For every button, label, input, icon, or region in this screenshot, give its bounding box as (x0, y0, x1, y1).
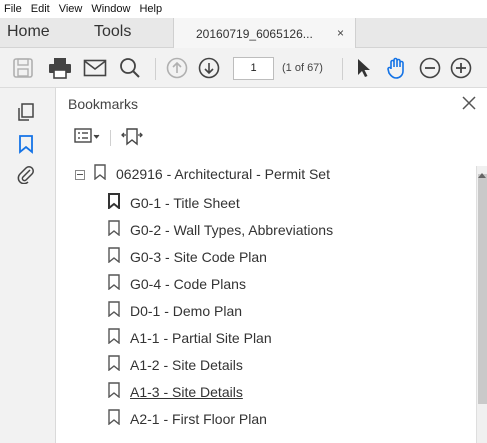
bookmark-item[interactable]: A1-1 - Partial Site Plan (108, 324, 272, 351)
bookmark-item[interactable]: A2-1 - First Floor Plan (108, 405, 267, 432)
tab-home[interactable]: Home (7, 23, 50, 41)
expand-bookmark-icon[interactable] (120, 124, 144, 153)
toolbar-separator (155, 58, 156, 80)
menu-window[interactable]: Window (91, 3, 130, 15)
bookmark-icon (108, 328, 120, 347)
bookmark-root[interactable]: 062916 - Architectural - Permit Set (56, 160, 330, 187)
scroll-up-icon[interactable] (478, 170, 486, 180)
search-icon[interactable] (119, 57, 141, 79)
toolbar-separator (110, 130, 111, 146)
bookmark-item[interactable]: G0-2 - Wall Types, Abbreviations (108, 216, 333, 243)
page-count: (1 of 67) (282, 62, 323, 74)
tab-document[interactable]: 20160719_6065126... × (173, 18, 356, 48)
zoom-in-icon[interactable] (450, 57, 472, 79)
bookmarks-panel: Bookmarks 062916 - Architectural - Permi… (56, 88, 487, 443)
select-cursor-icon[interactable] (355, 57, 373, 79)
bookmark-icon (94, 164, 106, 183)
bookmark-icon (108, 274, 120, 293)
bookmark-label: A1-1 - Partial Site Plan (130, 329, 272, 346)
bookmark-label: A2-1 - First Floor Plan (130, 410, 267, 427)
bookmark-label: A1-3 - Site Details (130, 383, 243, 400)
bookmark-label: A1-2 - Site Details (130, 356, 243, 373)
menu-edit[interactable]: Edit (31, 3, 50, 15)
bookmark-icon (108, 247, 120, 266)
bookmark-item-hovered[interactable]: A1-3 - Site Details (108, 378, 243, 405)
bookmark-icon (108, 382, 120, 401)
bookmark-item[interactable]: G0-1 - Title Sheet (108, 189, 240, 216)
bookmark-item[interactable]: G0-4 - Code Plans (108, 270, 246, 297)
bookmark-icon (108, 301, 120, 320)
hand-tool-icon[interactable] (385, 57, 409, 79)
bookmark-icon (108, 355, 120, 374)
print-icon[interactable] (48, 57, 72, 79)
tab-close-icon[interactable]: × (337, 26, 344, 40)
close-icon[interactable] (460, 94, 478, 117)
next-page-icon[interactable] (198, 57, 220, 79)
page-number-input[interactable]: 1 (233, 57, 274, 80)
bookmark-label: D0-1 - Demo Plan (130, 302, 243, 319)
email-icon[interactable] (83, 57, 107, 79)
bookmark-item[interactable]: D0-1 - Demo Plan (108, 297, 242, 324)
bookmarks-scrollbar[interactable] (476, 166, 487, 443)
prev-page-icon[interactable] (166, 57, 188, 79)
bookmark-item[interactable]: A1-2 - Site Details (108, 351, 243, 378)
tab-document-label: 20160719_6065126... (196, 27, 313, 41)
menu-help[interactable]: Help (139, 3, 162, 15)
tab-tools[interactable]: Tools (94, 23, 131, 41)
options-menu-icon[interactable] (74, 126, 102, 151)
tab-bar: Home Tools 20160719_6065126... × (0, 18, 487, 48)
menu-view[interactable]: View (59, 3, 83, 15)
bookmark-icon (108, 409, 120, 428)
navigation-pane-strip (0, 88, 56, 443)
menu-bar: File Edit View Window Help (0, 0, 487, 18)
bookmark-label: G0-2 - Wall Types, Abbreviations (130, 221, 334, 238)
save-icon[interactable] (12, 57, 34, 79)
bookmark-label: G0-1 - Title Sheet (130, 194, 240, 211)
toolbar-separator (342, 58, 343, 80)
pages-icon[interactable] (16, 102, 36, 127)
panel-title: Bookmarks (68, 96, 139, 112)
bookmark-label: 062916 - Architectural - Permit Set (116, 165, 330, 182)
collapse-icon[interactable] (75, 170, 85, 180)
zoom-out-icon[interactable] (419, 57, 441, 79)
bookmark-label: G0-3 - Site Code Plan (130, 248, 267, 265)
bookmark-icon (108, 220, 120, 239)
bookmark-icon (108, 193, 120, 212)
toolbar: 1 (1 of 67) (0, 48, 487, 88)
menu-file[interactable]: File (4, 3, 22, 15)
attachment-icon[interactable] (16, 164, 36, 189)
scrollbar-thumb[interactable] (478, 174, 487, 404)
bookmark-icon[interactable] (16, 134, 36, 159)
bookmark-item[interactable]: G0-3 - Site Code Plan (108, 243, 267, 270)
bookmark-label: G0-4 - Code Plans (130, 275, 246, 292)
